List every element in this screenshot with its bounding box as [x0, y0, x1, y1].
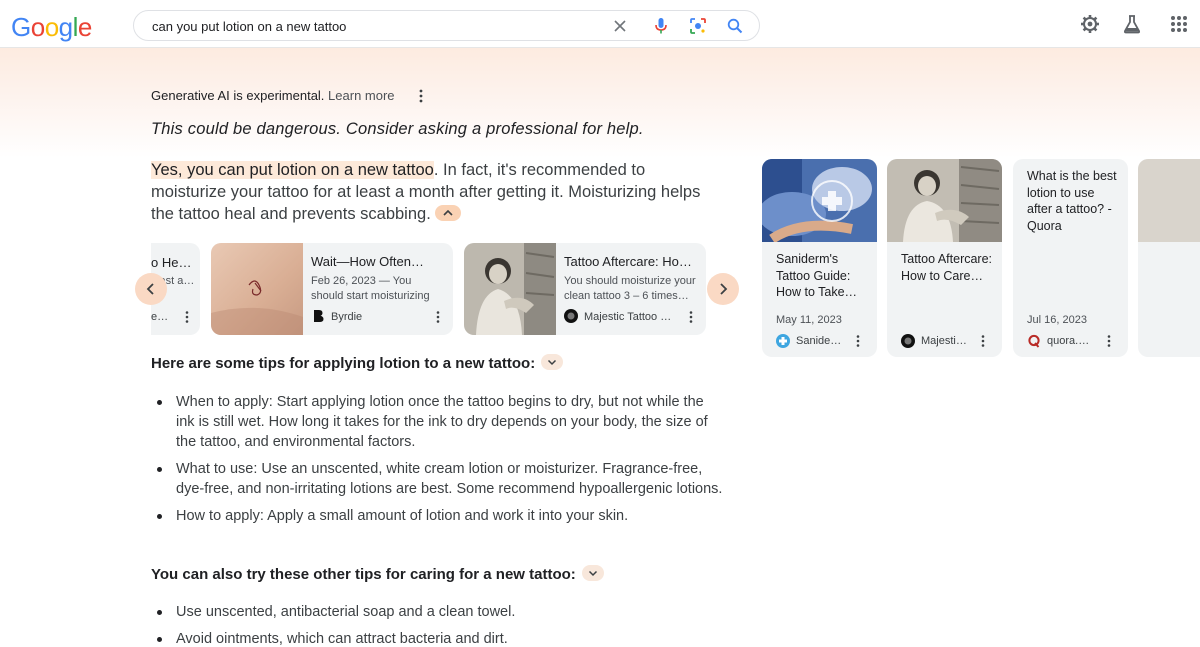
- arm-tattoo-thumbnail: [211, 243, 303, 335]
- partial-card-image: [1138, 159, 1200, 242]
- list-item: Avoid ointments, which can attract bacte…: [157, 629, 726, 647]
- search-box: [133, 10, 760, 41]
- source-site: Sanide…: [796, 335, 842, 347]
- tips-heading: Here are some tips for applying lotion t…: [151, 354, 564, 372]
- source-card-large[interactable]: What is the best lotion to use after a t…: [1013, 159, 1128, 357]
- search-icon[interactable]: [724, 15, 746, 37]
- more-options-icon[interactable]: [432, 310, 444, 324]
- ai-overview: Generative AI is experimental. Learn mor…: [0, 0, 1200, 647]
- source-site: Majestic Tattoo …: [584, 311, 672, 323]
- source-site: quora.…: [1047, 335, 1090, 347]
- source-date: May 11, 2023: [776, 314, 842, 326]
- chevron-down-icon: [588, 571, 597, 577]
- safety-warning: This could be dangerous. Consider asking…: [151, 120, 644, 138]
- more-options-icon[interactable]: [413, 88, 429, 104]
- chevron-left-icon: [146, 283, 154, 295]
- majestic-logo-icon: [564, 309, 578, 323]
- more-options-icon[interactable]: [977, 334, 989, 348]
- source-title: Saniderm's Tattoo Guide: How to Take…: [776, 252, 858, 299]
- ai-answer: Yes, you can put lotion on a new tattoo.…: [151, 159, 721, 225]
- chevron-down-icon: [548, 360, 557, 366]
- tips-list: When to apply: Start applying lotion onc…: [157, 392, 726, 533]
- expand-tips-button[interactable]: [541, 354, 564, 371]
- source-card-large[interactable]: Saniderm's Tattoo Guide: How to Take… Ma…: [762, 159, 877, 357]
- carousel-next-button[interactable]: [707, 273, 739, 305]
- source-title: o Hea…: [151, 255, 197, 270]
- vintage-tattoo-thumbnail: [464, 243, 556, 335]
- more-options-icon[interactable]: [852, 334, 864, 348]
- majestic-logo-icon: [901, 334, 915, 348]
- source-site: e…: [151, 311, 169, 323]
- saniderm-image: [762, 159, 877, 244]
- source-title: What is the best lotion to use after a t…: [1027, 169, 1117, 233]
- source-site: Majesti…: [921, 335, 967, 347]
- carousel-prev-button[interactable]: [135, 273, 167, 305]
- source-date: Jul 16, 2023: [1027, 314, 1087, 326]
- source-snippet: Feb 26, 2023 — You should start moisturi…: [311, 275, 430, 302]
- list-item: How to apply: Apply a small amount of lo…: [157, 506, 726, 526]
- source-card-large[interactable]: Tattoo Aftercare: How to Care… Majesti…: [887, 159, 1002, 357]
- logo-letter: o: [44, 12, 59, 42]
- apps-grid-icon[interactable]: [1168, 13, 1190, 35]
- more-options-icon[interactable]: [1103, 334, 1115, 348]
- learn-more-link[interactable]: Learn more: [328, 88, 394, 103]
- list-item: Use unscented, antibacterial soap and a …: [157, 602, 726, 622]
- more-options-icon[interactable]: [685, 310, 697, 324]
- more-options-icon[interactable]: [181, 310, 193, 324]
- search-input[interactable]: [152, 16, 592, 36]
- labs-flask-icon[interactable]: [1121, 13, 1143, 35]
- logo-letter: e: [77, 12, 92, 42]
- care-heading: You can also try these other tips for ca…: [151, 565, 604, 583]
- saniderm-logo-icon: [776, 334, 790, 348]
- logo-letter: o: [30, 12, 45, 42]
- source-snippet: You should moisturize your clean tattoo …: [564, 275, 696, 302]
- list-item: When to apply: Start applying lotion onc…: [157, 392, 726, 452]
- source-site: Byrdie: [331, 311, 363, 323]
- tips-heading-text: Here are some tips for applying lotion t…: [151, 355, 536, 372]
- google-logo[interactable]: Google: [11, 12, 92, 42]
- gear-icon[interactable]: [1079, 13, 1101, 35]
- logo-letter: g: [58, 12, 73, 42]
- care-heading-text: You can also try these other tips for ca…: [151, 566, 576, 583]
- expand-care-button[interactable]: [581, 565, 604, 582]
- disclaimer-text: Generative AI is experimental.: [151, 88, 325, 103]
- source-title: Tattoo Aftercare: Ho…: [564, 254, 692, 269]
- search-results-page: Google Generative: [0, 0, 1200, 647]
- close-icon[interactable]: [609, 15, 631, 37]
- header: Google: [0, 0, 1200, 48]
- source-title: Wait—How Often…: [311, 254, 424, 269]
- source-card-large[interactable]: [1138, 159, 1200, 357]
- collapse-sources-button[interactable]: [434, 204, 461, 221]
- source-carousel: o Hea… least a… e… Wait—How Often… Feb 2…: [151, 243, 721, 335]
- lens-icon[interactable]: [687, 15, 709, 37]
- list-item: What to use: Use an unscented, white cre…: [157, 459, 726, 499]
- care-list: Use unscented, antibacterial soap and a …: [157, 602, 726, 647]
- logo-letter: G: [11, 12, 31, 42]
- chevron-up-icon: [443, 209, 453, 216]
- chevron-right-icon: [720, 283, 728, 295]
- byrdie-logo-icon: [311, 309, 325, 323]
- source-card[interactable]: Wait—How Often… Feb 26, 2023 — You shoul…: [211, 243, 453, 335]
- vintage-tattoo-image: [887, 159, 1002, 242]
- source-title: Tattoo Aftercare: How to Care…: [901, 252, 993, 283]
- source-card[interactable]: Tattoo Aftercare: Ho… You should moistur…: [464, 243, 706, 335]
- microphone-icon[interactable]: [650, 15, 672, 37]
- ai-disclaimer: Generative AI is experimental. Learn mor…: [151, 88, 395, 103]
- quora-logo-icon: [1027, 334, 1041, 348]
- answer-highlight: Yes, you can put lotion on a new tattoo: [151, 161, 434, 179]
